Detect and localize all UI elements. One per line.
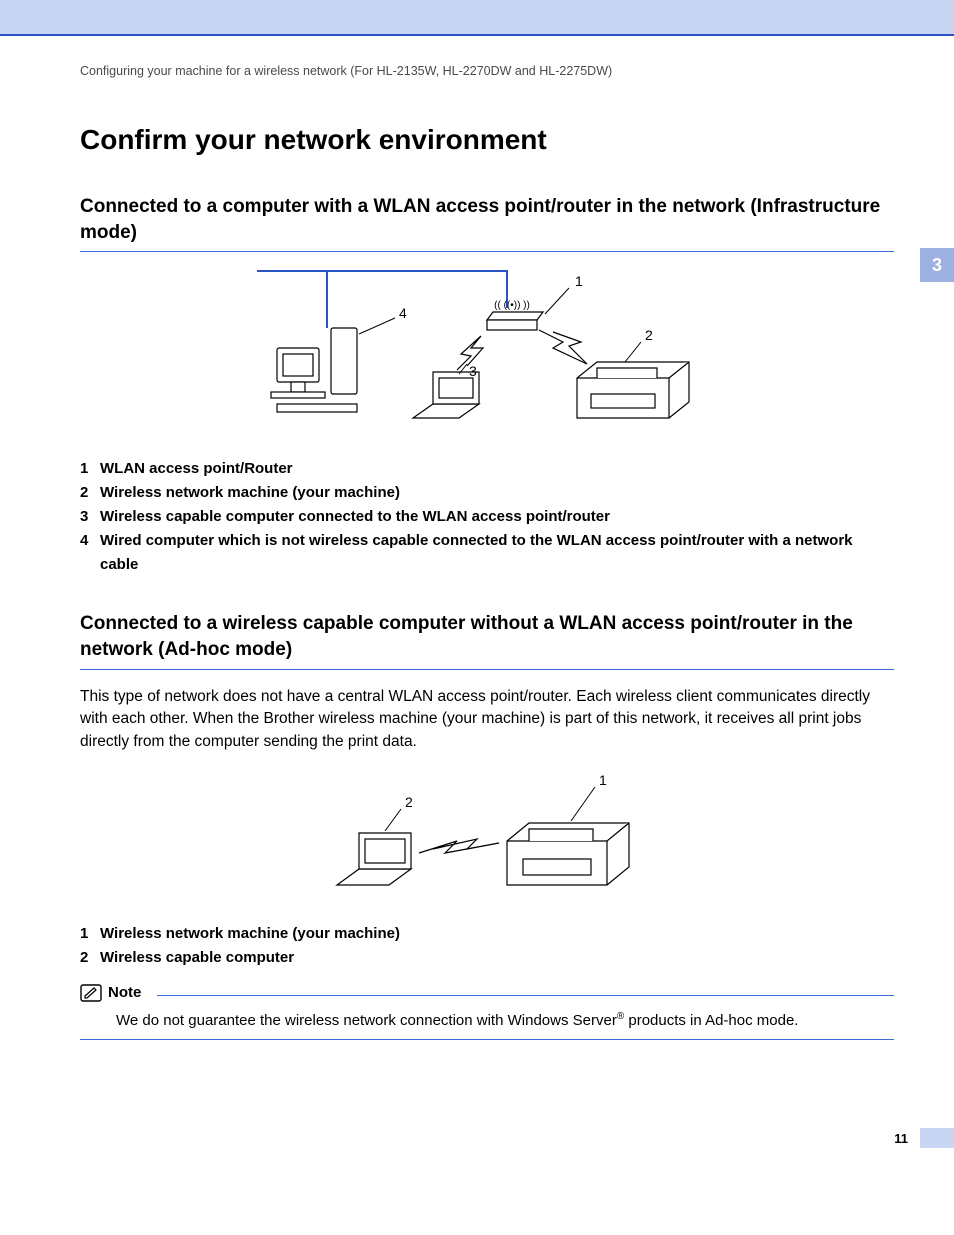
fig1-label-4: 4: [399, 305, 407, 321]
section2-heading: Connected to a wireless capable computer…: [80, 611, 894, 662]
note-divider-top: [157, 995, 894, 996]
note-body: We do not guarantee the wireless network…: [116, 1010, 894, 1031]
section1-heading: Connected to a computer with a WLAN acce…: [80, 194, 894, 245]
legend-adhoc: 1Wireless network machine (your machine)…: [80, 922, 894, 970]
note-icon: [80, 984, 102, 1002]
fig1-label-1: 1: [575, 273, 583, 289]
chapter-tab: 3: [920, 248, 954, 282]
fig2-label-1: 1: [599, 773, 607, 788]
legend-infrastructure: 1WLAN access point/Router 2Wireless netw…: [80, 457, 894, 577]
page-title: Confirm your network environment: [80, 124, 894, 156]
header-bar: [0, 0, 954, 36]
note-divider-bottom: [80, 1039, 894, 1040]
section-divider: [80, 251, 894, 252]
fig2-label-2: 2: [405, 794, 413, 810]
figure-infrastructure: (( ((•)) )) 1 4 3: [80, 268, 894, 443]
fig1-label-3: 3: [469, 363, 477, 379]
svg-text:(( ((•)) )): (( ((•)) )): [494, 300, 530, 311]
fig1-label-2: 2: [645, 327, 653, 343]
section2-paragraph: This type of network does not have a cen…: [80, 686, 894, 753]
section-divider: [80, 669, 894, 670]
page-number: 11: [894, 1131, 908, 1146]
page-content: 3 Configuring your machine for a wireles…: [0, 36, 954, 1196]
note-block: Note We do not guarantee the wireless ne…: [80, 984, 894, 1040]
page-number-tab: [920, 1128, 954, 1148]
figure-adhoc: 2 1: [80, 773, 894, 908]
running-header: Configuring your machine for a wireless …: [80, 64, 894, 78]
note-label: Note: [108, 984, 141, 1001]
